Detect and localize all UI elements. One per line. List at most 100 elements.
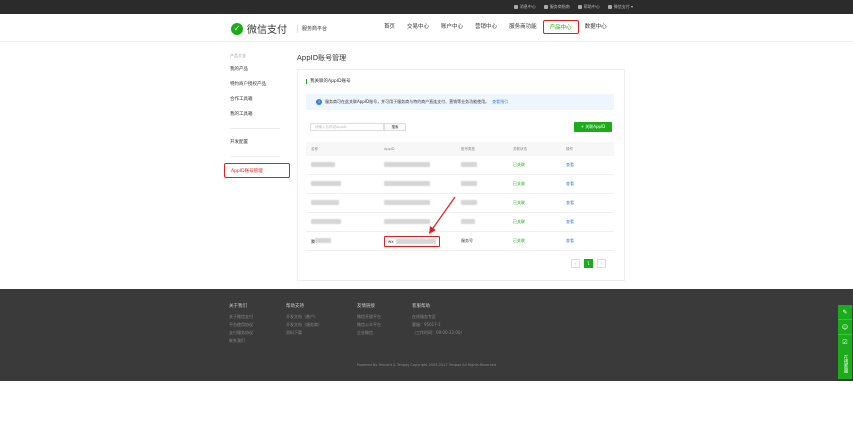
redacted-type bbox=[461, 181, 477, 186]
nav-trade[interactable]: 交易中心 bbox=[401, 20, 435, 34]
wechat-pay-logo-icon: ✓ bbox=[231, 22, 243, 35]
sidebar: 产品大全 我的产品 特约商户授权产品 合作工具箱 我的工具箱 开发配置 AppI… bbox=[224, 50, 290, 178]
notice-banner: i 服务商可在此关联AppID账号，并可用于服务商与特约商户直连支付、营销等业务… bbox=[306, 94, 614, 110]
col-type: 账号类型 bbox=[461, 146, 475, 151]
pagination: ‹ 1 › bbox=[571, 259, 606, 268]
info-icon: i bbox=[316, 99, 322, 105]
redacted-appid bbox=[384, 200, 430, 205]
status-badge: 已关联 bbox=[513, 238, 525, 243]
logo[interactable]: ✓ 微信支付 bbox=[231, 21, 287, 36]
footer-col-links: 友情链接 微信开放平台 微信公众平台 企业微信 bbox=[357, 304, 381, 337]
redacted-name bbox=[315, 237, 331, 243]
redacted-name bbox=[311, 181, 341, 186]
user-icon bbox=[607, 5, 612, 9]
chat-icon[interactable]: ☺ bbox=[838, 320, 852, 335]
prev-page-button[interactable]: ‹ bbox=[571, 259, 580, 268]
copyright: Powered By Tencent & Tenpay Copyright 20… bbox=[356, 363, 497, 367]
status-badge: 已关联 bbox=[513, 181, 525, 186]
appid-table: 名称 AppID 账号类型 关联状态 操作 已关联 查看 已关联 查看 已关联 … bbox=[306, 142, 614, 251]
footer: 关于我们 关于微信支付 平台使用协议 支付服务协议 联系我们 帮助支持 开发文档… bbox=[0, 289, 853, 381]
footer-link[interactable]: 微信公众平台 bbox=[357, 321, 381, 329]
highlighted-appid: wx bbox=[384, 235, 440, 247]
notice-link[interactable]: 查看指引 bbox=[492, 99, 508, 105]
top-link-help[interactable]: 帮助中心 bbox=[577, 4, 600, 10]
online-service-button[interactable]: 在线客服 bbox=[838, 349, 852, 379]
footer-link[interactable]: 企业微信 bbox=[357, 329, 381, 337]
sidebar-item-my-products[interactable]: 我的产品 bbox=[224, 62, 290, 77]
view-link[interactable]: 查看 bbox=[566, 162, 614, 168]
row-type: 服务号 bbox=[461, 238, 473, 243]
page-button-current[interactable]: 1 bbox=[584, 259, 593, 268]
footer-link[interactable]: 资料下载 bbox=[286, 329, 322, 337]
footer-col-support: 帮助支持 开发文档（普户） 开发文档（服务商） 资料下载 bbox=[286, 304, 322, 337]
search-input[interactable]: 请输入名称或AppID bbox=[310, 123, 384, 131]
help-icon bbox=[543, 5, 548, 9]
redacted-type bbox=[461, 162, 477, 167]
top-link-messages[interactable]: 消息中心 bbox=[513, 4, 536, 10]
redacted-type bbox=[461, 200, 477, 205]
col-action: 操作 bbox=[566, 146, 573, 151]
logo-text: 微信支付 bbox=[247, 25, 287, 36]
footer-col-service: 客服帮助 在线服务专区 客服：95017-1 （工作时间：09:00-22:00… bbox=[412, 304, 465, 335]
appid-card: 我关联的AppID账号 i 服务商可在此关联AppID账号，并可用于服务商与特约… bbox=[297, 69, 625, 281]
footer-link[interactable]: 平台使用协议 bbox=[229, 321, 253, 329]
table-header: 名称 AppID 账号类型 关联状态 操作 bbox=[306, 142, 614, 156]
top-link-guide[interactable]: 服务商指南 bbox=[543, 4, 570, 10]
redacted-appid bbox=[384, 162, 430, 167]
nav-data-center[interactable]: 数据中心 bbox=[579, 20, 613, 34]
nav-home[interactable]: 首页 bbox=[378, 20, 401, 34]
footer-col-about: 关于我们 关于微信支付 平台使用协议 支付服务协议 联系我们 bbox=[229, 304, 253, 345]
header: ✓ 微信支付 服务商平台 首页 交易中心 账户中心 营销中心 服务商功能 产品中… bbox=[0, 14, 853, 42]
sidebar-divider bbox=[230, 156, 280, 157]
view-link[interactable]: 查看 bbox=[566, 238, 614, 244]
col-name: 名称 bbox=[311, 146, 318, 151]
view-link[interactable]: 查看 bbox=[566, 200, 614, 206]
checklist-icon[interactable]: ☑ bbox=[838, 335, 852, 350]
footer-link[interactable]: 联系我们 bbox=[229, 337, 253, 345]
nav-product-center[interactable]: 产品中心 bbox=[542, 20, 579, 34]
card-title: 我关联的AppID账号 bbox=[306, 79, 351, 84]
edit-icon[interactable]: ✎ bbox=[838, 305, 852, 320]
status-badge: 已关联 bbox=[513, 200, 525, 205]
table-row: 已关联 查看 bbox=[306, 156, 614, 175]
footer-link[interactable]: 微信开放平台 bbox=[357, 313, 381, 321]
footer-text: （工作时间：09:00-22:00） bbox=[412, 330, 465, 335]
sidebar-item-authorized-products[interactable]: 特约商户授权产品 bbox=[224, 77, 290, 92]
col-status[interactable]: 关联状态 bbox=[513, 147, 566, 152]
top-link-account[interactable]: 微信支付 ▾ bbox=[607, 4, 633, 10]
footer-link[interactable]: 开发文档（普户） bbox=[286, 313, 322, 321]
add-appid-button[interactable]: + 关联AppID bbox=[574, 122, 612, 132]
table-row: 已关联 查看 bbox=[306, 175, 614, 194]
top-bar: 消息中心 服务商指南 帮助中心 微信支付 ▾ bbox=[0, 0, 853, 14]
sidebar-item-my-toolbox[interactable]: 我的工具箱 bbox=[224, 107, 290, 122]
redacted-name bbox=[311, 219, 341, 224]
col-appid: AppID bbox=[384, 147, 395, 151]
sidebar-item-dev-config[interactable]: 开发配置 bbox=[224, 135, 290, 150]
notice-text: 服务商可在此关联AppID账号，并可用于服务商与特约商户直连支付、营销等业务功能… bbox=[325, 99, 490, 104]
nav-marketing[interactable]: 营销中心 bbox=[469, 20, 503, 34]
redacted-appid bbox=[384, 181, 430, 186]
redacted-name bbox=[311, 162, 335, 167]
nav-partner-features[interactable]: 服务商功能 bbox=[503, 20, 543, 34]
footer-link[interactable]: 关于微信支付 bbox=[229, 313, 253, 321]
sidebar-item-partner-toolbox[interactable]: 合作工具箱 bbox=[224, 92, 290, 107]
nav-account[interactable]: 账户中心 bbox=[435, 20, 469, 34]
search-button[interactable]: 搜索 bbox=[384, 123, 406, 131]
footer-link[interactable]: 支付服务协议 bbox=[229, 329, 253, 337]
next-page-button[interactable]: › bbox=[597, 259, 606, 268]
view-link[interactable]: 查看 bbox=[566, 181, 614, 187]
table-row: 腾 wx 服务号 已关联 查看 bbox=[306, 232, 614, 251]
float-toolbar: ✎ ☺ ☑ bbox=[838, 305, 852, 350]
footer-link[interactable]: 在线服务专区 bbox=[412, 313, 465, 321]
sidebar-divider bbox=[230, 128, 280, 129]
sidebar-group-label: 产品大全 bbox=[230, 53, 246, 58]
main-nav: 首页 交易中心 账户中心 营销中心 服务商功能 产品中心 数据中心 bbox=[378, 20, 613, 34]
question-icon bbox=[577, 5, 582, 9]
footer-link[interactable]: 开发文档（服务商） bbox=[286, 321, 322, 329]
table-row: 已关联 查看 bbox=[306, 194, 614, 213]
view-link[interactable]: 查看 bbox=[566, 219, 614, 225]
footer-text: 客服：95017-1 bbox=[412, 322, 441, 327]
table-row: 已关联 查看 bbox=[306, 213, 614, 232]
sidebar-item-appid-management[interactable]: AppID账号管理 bbox=[224, 163, 290, 178]
redacted-name bbox=[311, 200, 339, 205]
